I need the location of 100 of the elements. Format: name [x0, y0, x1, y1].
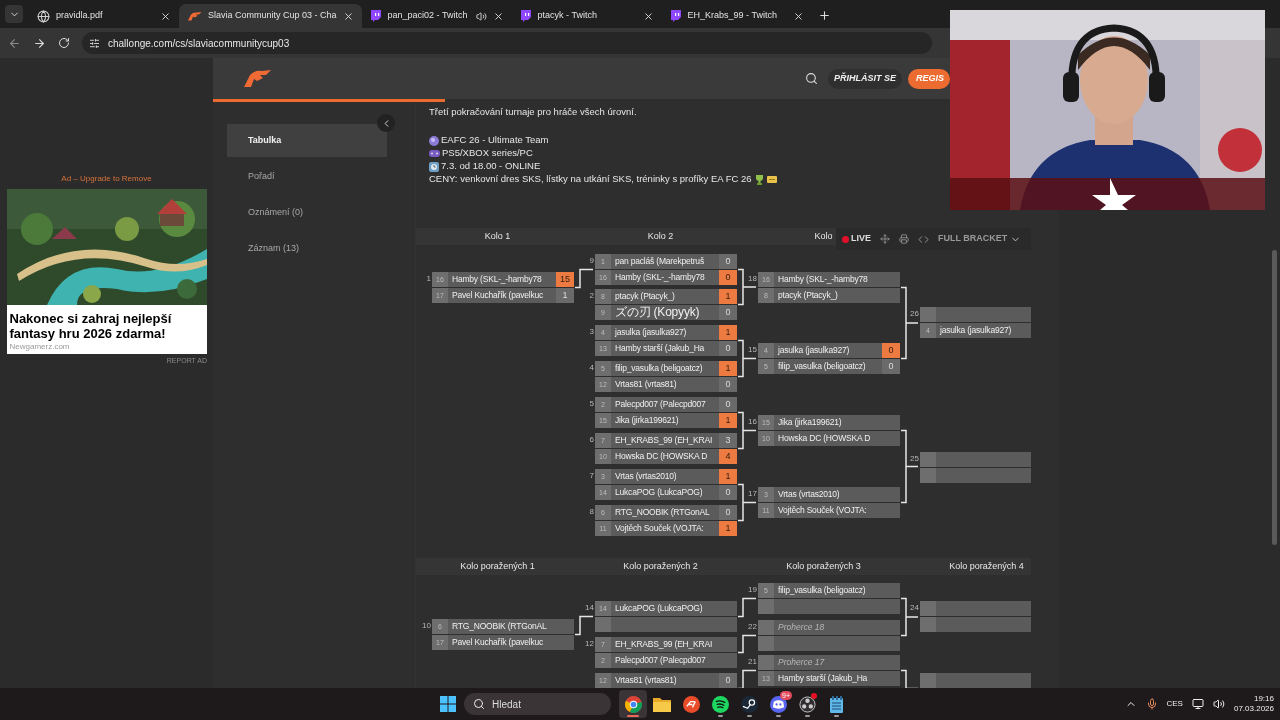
match-number: 17 — [747, 489, 757, 498]
start-icon[interactable] — [440, 696, 456, 712]
score-cell: 1 — [556, 288, 574, 303]
search-icon — [473, 698, 485, 710]
seed-cell — [920, 452, 936, 467]
seed-cell — [758, 655, 774, 670]
placeholder-name: Proherce 17 — [777, 656, 825, 669]
ticket-icon — [766, 176, 777, 183]
score-cell: 1 — [719, 289, 737, 304]
tab-list-button[interactable] — [5, 5, 23, 23]
match-number: 16 — [747, 417, 757, 426]
taskbar-search-field[interactable]: Hledat — [464, 693, 611, 715]
connector-line — [574, 268, 594, 289]
score-cell: 0 — [719, 673, 737, 688]
address-field[interactable]: challonge.com/cs/slaviacommunitycup03 — [82, 32, 932, 54]
score-cell: 0 — [882, 359, 900, 374]
match-number: 5 — [588, 399, 594, 408]
match-number: 7 — [588, 471, 594, 480]
ad-card[interactable]: Nakonec si zahraj nejlepší fantasy hru 2026 zdarma! Newgamerz.com — [6, 189, 207, 354]
round-logo-icon — [682, 695, 700, 713]
scrollbar[interactable] — [1272, 250, 1277, 545]
tab-title: pan_paci02 - Twitch — [387, 9, 469, 23]
score-cell: 4 — [719, 449, 737, 464]
score-cell: 0 — [719, 305, 737, 320]
seed-cell — [920, 307, 936, 322]
player-name: filip_vasulka (beligoatcz) — [777, 584, 867, 597]
move-icon[interactable] — [880, 234, 890, 244]
forward-icon[interactable] — [33, 36, 46, 50]
reload-icon[interactable] — [58, 37, 70, 49]
score-cell: 0 — [719, 270, 737, 285]
player-name: Pavel Kuchařík (pavelkuc — [451, 289, 545, 302]
close-icon[interactable] — [642, 10, 654, 22]
player-name: Howska DC (HOWSKA D — [614, 450, 709, 463]
score-cell: 0 — [882, 343, 900, 358]
seed-cell — [920, 673, 936, 688]
language-indicator[interactable]: CES — [1166, 698, 1183, 710]
running-indicator — [627, 715, 639, 717]
browser-tab[interactable]: pan_paci02 - Twitch — [361, 4, 512, 28]
flame-logo-icon — [241, 68, 273, 89]
nav-item[interactable]: Oznámení (0) — [227, 196, 387, 229]
match-number: 3 — [588, 327, 594, 336]
player-name: jasulka (jasulka927) — [939, 324, 1013, 337]
player-name: Vojtěch Souček (VOJTA: — [777, 504, 868, 517]
speaker-icon[interactable] — [1212, 698, 1225, 710]
nav-item[interactable]: Záznam (13) — [227, 232, 387, 265]
round-logo-icon — [624, 695, 642, 713]
monitor-icon[interactable] — [1191, 698, 1204, 710]
chat-bubble-icon — [669, 10, 682, 22]
player-name: jasulka (jasulka927) — [777, 344, 851, 357]
url-text: challonge.com/cs/slaviacommunitycup03 — [108, 36, 290, 51]
close-icon[interactable] — [492, 10, 504, 22]
player-name: EH_KRABS_99 (EH_KRAI — [614, 638, 714, 651]
search-icon[interactable] — [804, 72, 818, 85]
match-number: 6 — [588, 435, 594, 444]
round-title: Kolo poražených 2 — [623, 559, 698, 573]
player-name: LukcaPOG (LukcaPOG) — [614, 486, 704, 499]
close-icon[interactable] — [342, 10, 354, 22]
match-number: 18 — [747, 274, 757, 283]
description-text: EAFC 26 - Ultimate Team — [441, 133, 549, 148]
score-cell: 0 — [719, 397, 737, 412]
browser-tab[interactable]: Slavia Community Cup 03 - Cha — [179, 4, 362, 28]
close-icon[interactable] — [792, 10, 804, 22]
seed-cell — [758, 636, 774, 651]
connector-line — [737, 597, 757, 618]
player-name: Hamby starší (Jakub_Ha — [777, 672, 869, 685]
match-number: 26 — [909, 309, 919, 318]
score-cell: 1 — [719, 413, 737, 428]
full-bracket-button[interactable]: FULL BRACKET — [938, 232, 1022, 246]
connector-line — [574, 615, 594, 636]
login-button[interactable]: PŘIHLÁSIT SE — [827, 68, 902, 89]
seed-cell — [920, 601, 936, 616]
collapse-button[interactable] — [377, 114, 395, 132]
match-number: 2 — [588, 291, 594, 300]
nav-item[interactable]: Pořadí — [227, 160, 387, 193]
trophy-icon — [754, 174, 764, 185]
score-cell: 1 — [719, 361, 737, 376]
ad-label: Ad – Upgrade to Remove — [61, 173, 152, 185]
browser-tab[interactable]: ptacyk - Twitch — [511, 4, 662, 28]
globe-icon — [37, 9, 50, 23]
player-name: ptacyk (Ptacyk_) — [614, 290, 676, 303]
browser-tab[interactable]: pravidla.pdf — [29, 4, 179, 28]
print-icon[interactable] — [899, 234, 909, 244]
tab-title: Slavia Community Cup 03 - Cha — [208, 9, 337, 23]
tab-title: EH_Krabs_99 - Twitch — [687, 9, 778, 23]
round-title: Kolo 1 — [484, 229, 511, 243]
microphone-icon[interactable] — [1145, 698, 1158, 710]
connector-line — [737, 268, 757, 306]
connector-line — [900, 597, 919, 637]
back-icon[interactable] — [8, 36, 21, 50]
browser-tab[interactable]: EH_Krabs_99 - Twitch — [661, 4, 812, 28]
nav-item[interactable]: Tabulka — [227, 124, 387, 157]
match-number: 8 — [588, 507, 594, 516]
match-number: 19 — [747, 585, 757, 594]
player-name: pan pacláš (Marekpetruš — [614, 255, 705, 268]
code-icon[interactable] — [918, 233, 929, 245]
live-label: LIVE — [851, 232, 871, 246]
taskbar-button[interactable] — [619, 690, 647, 718]
player-name: filip_vasulka (beligoatcz) — [614, 362, 704, 375]
close-icon[interactable] — [160, 10, 171, 22]
new-tab-icon[interactable] — [817, 9, 831, 22]
